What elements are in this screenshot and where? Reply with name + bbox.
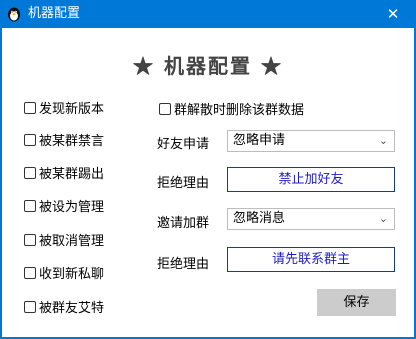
option-set-admin-label: 被设为管理 xyxy=(39,200,105,215)
option-unset-admin[interactable]: 被取消管理 xyxy=(24,230,104,249)
checkbox-new-version[interactable] xyxy=(24,101,36,114)
group-invite-label: 邀请加群 xyxy=(157,216,210,231)
title-bar[interactable]: 机器配置 ✕ xyxy=(0,0,416,28)
friend-reject-reason-field[interactable]: 禁止加好友 xyxy=(227,167,395,192)
option-private-msg-label: 收到新私聊 xyxy=(39,267,105,282)
option-new-version-label: 发现新版本 xyxy=(39,102,105,117)
friend-reject-label: 拒绝理由 xyxy=(157,176,210,191)
window-title: 机器配置 xyxy=(28,6,81,21)
checkbox-kicked[interactable] xyxy=(24,166,36,179)
penguin-app-icon xyxy=(8,7,20,22)
group-reject-reason-field[interactable]: 请先联系群主 xyxy=(227,247,395,272)
checkbox-set-admin[interactable] xyxy=(24,199,36,212)
option-new-version[interactable]: 发现新版本 xyxy=(24,98,104,117)
option-muted[interactable]: 被某群禁言 xyxy=(24,130,104,149)
checkbox-private-msg[interactable] xyxy=(24,266,36,279)
option-unset-admin-label: 被取消管理 xyxy=(39,234,105,249)
client-area: ★ 机器配置 ★ 发现新版本 被某群禁言 被某群踢出 被设为管理 被取消管理 收… xyxy=(2,28,414,337)
option-mentioned[interactable]: 被群友艾特 xyxy=(24,297,104,316)
option-kicked-label: 被某群踢出 xyxy=(39,167,105,182)
chevron-down-icon: ⌄ xyxy=(378,212,388,225)
option-muted-label: 被某群禁言 xyxy=(39,134,105,149)
option-mentioned-label: 被群友艾特 xyxy=(39,301,105,316)
close-icon: ✕ xyxy=(386,5,400,23)
option-private-msg[interactable]: 收到新私聊 xyxy=(24,263,104,282)
group-invite-select[interactable]: 忽略消息 ⌄ xyxy=(227,208,395,230)
option-kicked[interactable]: 被某群踢出 xyxy=(24,163,104,182)
group-invite-value: 忽略消息 xyxy=(233,211,286,226)
option-set-admin[interactable]: 被设为管理 xyxy=(24,196,104,215)
checkbox-mentioned[interactable] xyxy=(24,300,36,313)
friend-request-select[interactable]: 忽略申请 ⌄ xyxy=(227,130,395,152)
save-button[interactable]: 保存 xyxy=(317,289,396,316)
chevron-down-icon: ⌄ xyxy=(378,134,388,147)
group-reject-label: 拒绝理由 xyxy=(157,257,210,272)
checkbox-muted[interactable] xyxy=(24,133,36,146)
close-button[interactable]: ✕ xyxy=(370,0,416,28)
checkbox-dissolve-delete[interactable] xyxy=(159,102,171,115)
option-dissolve-delete[interactable]: 群解散时删除该群数据 xyxy=(159,99,304,118)
page-heading: ★ 机器配置 ★ xyxy=(133,54,283,78)
checkbox-unset-admin[interactable] xyxy=(24,233,36,246)
config-window: 机器配置 ✕ ★ 机器配置 ★ 发现新版本 被某群禁言 被某群踢出 被设为管理 … xyxy=(0,0,416,339)
friend-request-label: 好友申请 xyxy=(157,137,210,152)
option-dissolve-delete-label: 群解散时删除该群数据 xyxy=(174,103,305,118)
friend-request-value: 忽略申请 xyxy=(233,133,286,148)
